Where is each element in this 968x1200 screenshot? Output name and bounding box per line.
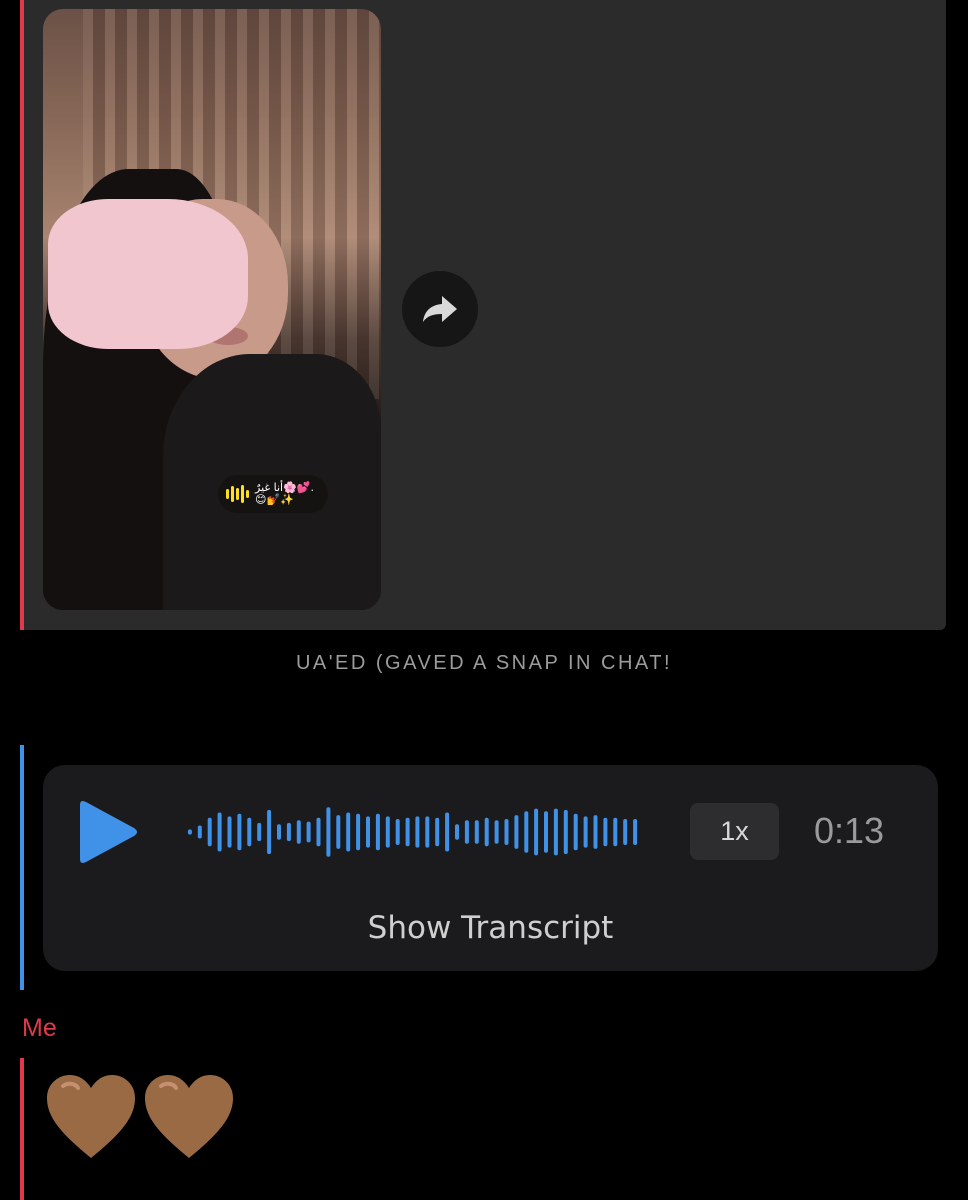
audio-waveform[interactable] [185,806,640,858]
heart-message [45,1072,235,1164]
waveform-bar [504,819,509,845]
waveform-bar [197,825,202,839]
waveform-bar [257,822,262,842]
waveform-bar [286,822,291,842]
waveform-bar [227,816,232,848]
waveform-bar [385,816,390,848]
waveform-bar [524,811,529,853]
waveform-bar [336,815,341,849]
me-sender-bar [20,1058,24,1200]
waveform-bar [267,809,272,855]
face-redaction-blur [48,199,248,349]
waveform-bar [534,808,539,856]
waveform-bar [633,819,638,845]
waveform-bar [217,812,222,852]
waveform-bar [603,817,608,847]
play-button[interactable] [74,799,140,865]
waveform-bar [494,820,499,844]
brown-heart-icon [47,1075,135,1158]
waveform-bar [553,808,558,856]
voice-sender-bar [20,745,24,990]
snap-caption-sticker: أنا غيرٌ🌸💕. 😊💅✨ [218,475,328,513]
waveform-bar [395,819,400,845]
waveform-bar [306,821,311,843]
waveform-bar [573,813,578,851]
waveform-bar [326,807,331,857]
waveform-bar [356,813,361,851]
waveform-bar [207,817,212,847]
waveform-bar [514,815,519,849]
waveform-bar [484,817,489,847]
waveform-bar [296,820,301,844]
waveform-bar [474,820,479,844]
sticker-emoji: 😊💅✨ [255,493,294,506]
sender-name-me: Me [22,1014,57,1042]
waveform-bar [375,813,380,851]
waveform-bar [464,820,469,844]
audio-bars-icon [226,485,249,503]
waveform-bar [366,816,370,848]
waveform-bar [247,817,252,847]
brown-heart-icon [145,1075,233,1158]
waveform-bar [435,817,440,847]
playback-speed-button[interactable]: 1x [690,803,779,860]
waveform-bar [583,816,588,848]
waveform-bar [405,817,410,847]
play-icon [80,801,137,863]
waveform-bar [544,811,548,853]
show-transcript-button[interactable]: Show Transcript [43,910,938,946]
chat-status-text: UA'ED (GAVED A SNAP IN CHAT! [295,652,673,674]
waveform-bar [445,812,450,852]
forward-arrow-icon [423,296,457,322]
voice-duration: 0:13 [814,810,885,851]
waveform-bar [593,815,598,849]
snap-thumbnail[interactable]: أنا غيرٌ🌸💕. 😊💅✨ [43,9,381,610]
waveform-bar [346,812,351,852]
waveform-bar [316,817,321,847]
waveform-bar [187,829,192,835]
waveform-bar [425,816,430,848]
waveform-bar [623,819,628,845]
waveform-bar [237,813,242,851]
forward-snap-button[interactable] [402,271,478,347]
waveform-bar [277,824,281,840]
waveform-bar [455,824,459,840]
waveform-bar [563,809,568,855]
waveform-bar [613,817,618,847]
waveform-bar [415,816,420,848]
